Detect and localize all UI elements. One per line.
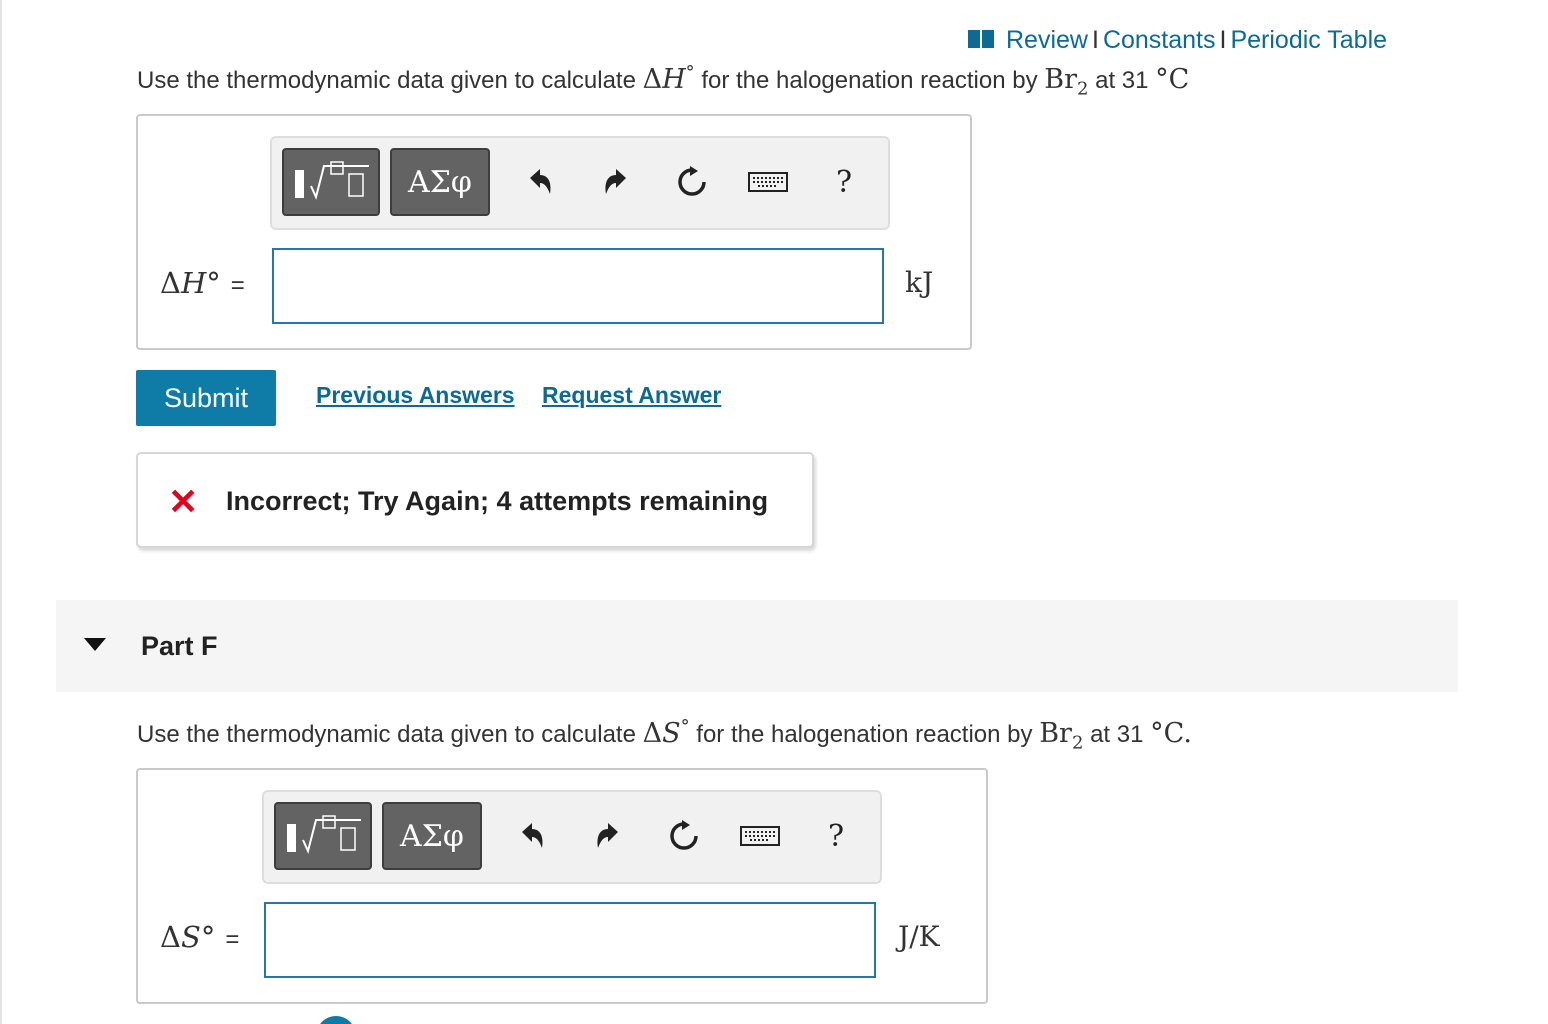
fraction-root-icon [295,161,369,200]
undo-icon[interactable] [520,162,560,202]
templates-button[interactable] [274,802,372,870]
delta-s-label: ΔS° = [160,920,240,954]
resource-links: Review I Constants I Periodic Table [968,26,1387,55]
delta-s-symbol: S° [180,920,216,954]
templates-button[interactable] [282,148,380,216]
part-f-question: Use the thermodynamic data given to calc… [137,716,1192,753]
part-e-question: Use the thermodynamic data given to calc… [137,62,1189,99]
keyboard-icon[interactable] [748,162,788,202]
undo-icon[interactable] [512,816,552,856]
part-f-answer-box: ΑΣφ ? ΔS° = J/K [136,768,988,1004]
reset-icon[interactable] [672,162,712,202]
incorrect-icon: ✕ [168,481,199,522]
delta-s-input[interactable] [264,902,876,978]
keyboard-icon[interactable] [740,816,780,856]
reagent-formula: Br2 [1039,718,1083,753]
collapse-triangle-icon[interactable] [84,638,106,651]
request-answer-link[interactable]: Request Answer [542,382,721,409]
temperature-unit: °C. [1150,718,1192,749]
feedback-box: ✕ Incorrect; Try Again; 4 attempts remai… [136,452,814,548]
link-separator: I [1219,26,1227,54]
equals-sign: = [230,272,245,299]
fraction-root-icon [287,815,361,854]
question-middle: for the halogenation reaction by [701,67,1038,94]
reagent-symbol: Br [1039,718,1072,749]
part-f-header[interactable]: Part F [56,600,1458,692]
delta-h-input[interactable] [272,248,884,324]
quantity-symbol: H [662,64,686,95]
constants-link[interactable]: Constants [1103,26,1216,54]
feedback-message: Incorrect; Try Again; 4 attempts remaini… [226,486,769,516]
greek-symbols-button[interactable]: ΑΣφ [390,148,490,216]
unit-label: kJ [905,266,934,299]
redo-icon[interactable] [596,162,636,202]
question-middle: for the halogenation reaction by [696,721,1033,748]
submit-button-partial[interactable] [316,1016,356,1024]
part-e-answer-box: ΑΣφ ? ΔH° = kJ [136,114,972,350]
temperature-unit: °C [1155,64,1190,95]
delta-symbol: ΔH° [642,62,695,95]
reagent-formula: Br2 [1044,64,1088,99]
reagent-subscript: 2 [1071,732,1084,754]
degree-symbol: ° [680,716,690,737]
greek-symbols-button[interactable]: ΑΣφ [382,802,482,870]
link-separator: I [1091,26,1099,54]
math-toolbar: ΑΣφ ? [262,790,882,884]
question-prefix: Use the thermodynamic data given to calc… [137,67,636,94]
help-button[interactable]: ? [816,816,856,856]
delta-h-label: ΔH° = [160,266,245,300]
quantity-symbol: S [662,718,681,749]
degree-symbol: ° [685,62,695,83]
question-prefix: Use the thermodynamic data given to calc… [137,721,636,748]
equals-sign: = [225,926,240,953]
reagent-subscript: 2 [1076,78,1089,100]
question-temperature: at 31 [1090,721,1144,748]
part-title: Part F [141,631,218,661]
unit-label: J/K [898,920,940,953]
help-button[interactable]: ? [824,162,864,202]
submit-button[interactable]: Submit [136,370,276,426]
previous-answers-link[interactable]: Previous Answers [316,382,515,409]
delta-h-symbol: H° [180,266,221,300]
reset-icon[interactable] [664,816,704,856]
delta-symbol: ΔS° [642,716,690,749]
review-link[interactable]: Review [1006,26,1088,54]
math-toolbar: ΑΣφ ? [270,136,890,230]
redo-icon[interactable] [588,816,628,856]
question-temperature: at 31 [1095,67,1149,94]
periodic-table-link[interactable]: Periodic Table [1230,26,1387,54]
reagent-symbol: Br [1044,64,1077,95]
book-icon [968,30,996,50]
left-border [0,0,2,1024]
